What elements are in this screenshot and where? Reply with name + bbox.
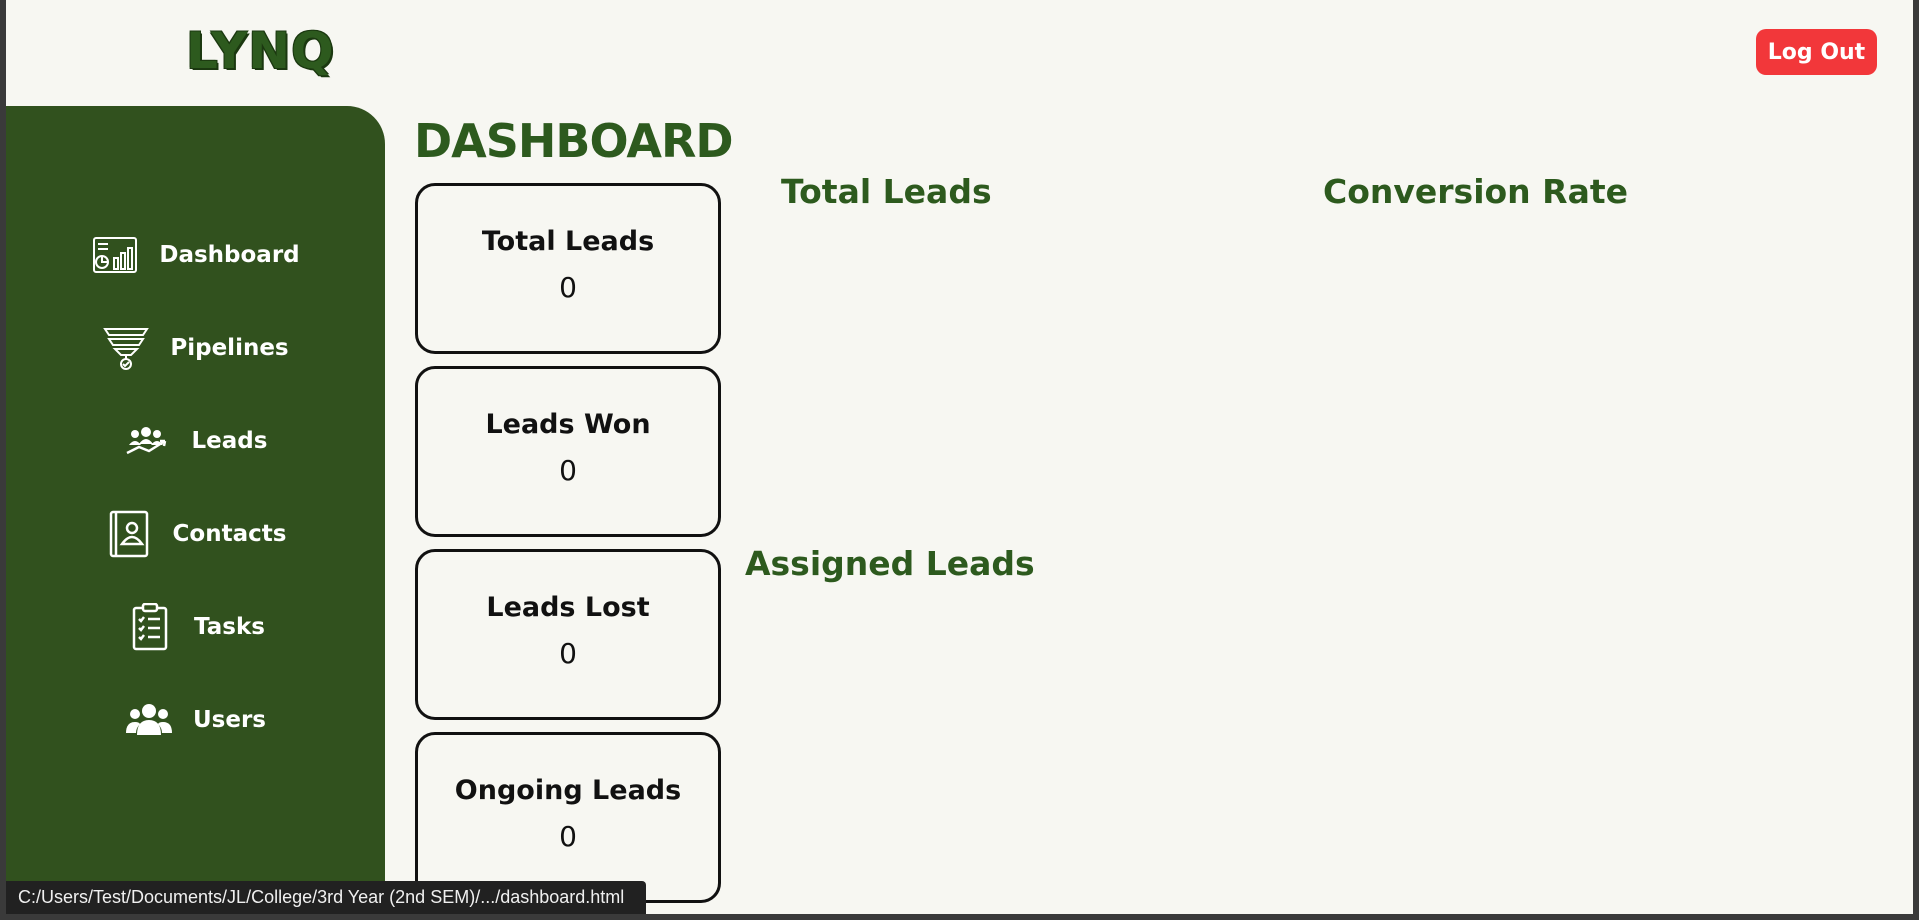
- sidebar-item-users[interactable]: Users: [6, 690, 385, 750]
- sidebar-item-label: Contacts: [172, 521, 287, 547]
- sidebar-item-label: Users: [193, 707, 266, 733]
- sidebar-item-label: Tasks: [194, 614, 265, 640]
- card-value: 0: [559, 454, 577, 487]
- stat-card-leads-won: Leads Won 0: [415, 366, 721, 537]
- leads-icon: [124, 417, 172, 465]
- card-title: Leads Won: [485, 409, 651, 440]
- sidebar: Dashboard Pipelines Leads Contacts Tasks…: [6, 106, 385, 914]
- browser-viewport: LYNQ Log Out Dashboard Pipelines Leads C…: [6, 0, 1913, 914]
- stat-card-leads-lost: Leads Lost 0: [415, 549, 721, 720]
- card-title: Leads Lost: [486, 592, 650, 623]
- card-title: Ongoing Leads: [454, 775, 682, 806]
- stat-card-ongoing-leads: Ongoing Leads 0: [415, 732, 721, 903]
- link-status-bar: C:/Users/Test/Documents/JL/College/3rd Y…: [6, 881, 646, 914]
- sidebar-item-label: Dashboard: [159, 242, 300, 268]
- sidebar-item-pipelines[interactable]: Pipelines: [6, 318, 385, 378]
- dashboard-main: DASHBOARD Total Leads 0 Leads Won 0 Lead…: [385, 106, 1913, 914]
- sidebar-item-contacts[interactable]: Contacts: [6, 504, 385, 564]
- sidebar-item-leads[interactable]: Leads: [6, 411, 385, 471]
- funnel-icon: [102, 324, 150, 372]
- contact-book-icon: [105, 510, 153, 558]
- card-value: 0: [559, 820, 577, 853]
- card-value: 0: [559, 271, 577, 304]
- logout-button[interactable]: Log Out: [1756, 29, 1877, 75]
- stat-card-total-leads: Total Leads 0: [415, 183, 721, 354]
- page-title: DASHBOARD: [414, 114, 734, 168]
- card-value: 0: [559, 637, 577, 670]
- card-title: Total Leads: [481, 226, 655, 257]
- top-bar: LYNQ Log Out: [6, 0, 1913, 106]
- assigned-leads-chart-title: Assigned Leads: [745, 544, 1035, 583]
- users-icon: [125, 696, 173, 744]
- app-logo[interactable]: LYNQ: [186, 22, 335, 80]
- conversion-rate-chart-title: Conversion Rate: [1323, 172, 1628, 211]
- sidebar-item-dashboard[interactable]: Dashboard: [6, 225, 385, 285]
- sidebar-item-label: Leads: [191, 428, 268, 454]
- sidebar-item-label: Pipelines: [170, 335, 289, 361]
- dashboard-icon: [91, 231, 139, 279]
- clipboard-icon: [126, 603, 174, 651]
- sidebar-item-tasks[interactable]: Tasks: [6, 597, 385, 657]
- total-leads-chart-title: Total Leads: [781, 172, 992, 211]
